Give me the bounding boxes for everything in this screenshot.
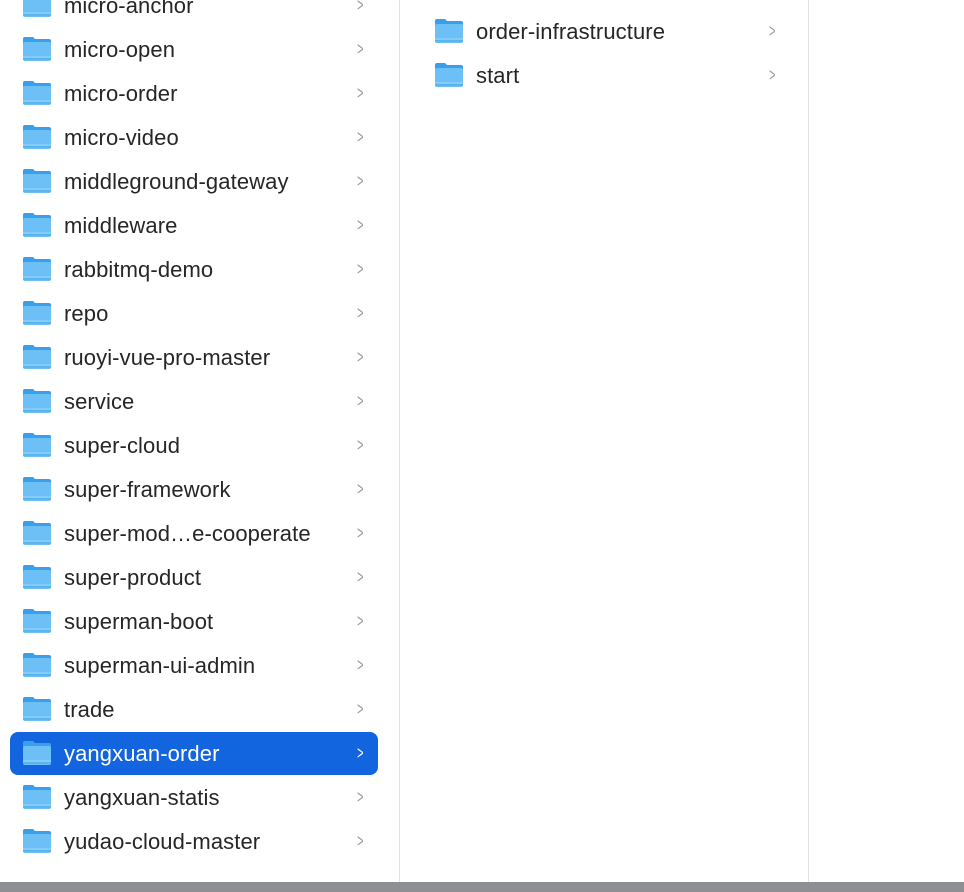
folder-icon [22,36,52,62]
chevron-right-icon: > [357,523,364,543]
folder-row[interactable]: yangxuan-order > [10,732,378,775]
folder-icon [22,696,52,722]
folder-icon [22,124,52,150]
chevron-right-icon: > [357,611,364,631]
chevron-right-icon: > [357,303,364,323]
folder-row[interactable]: service > [10,380,378,423]
folder-row[interactable]: super-product > [10,556,378,599]
folder-icon [22,608,52,634]
folder-name: start [476,62,520,88]
folder-row[interactable]: micro-open > [10,28,378,71]
chevron-right-icon: > [357,567,364,587]
column-3[interactable] [809,0,964,882]
folder-name: micro-video [64,124,179,150]
chevron-right-icon: > [357,0,364,15]
folder-name: middleground-gateway [64,168,289,194]
folder-icon [22,256,52,282]
folder-icon [22,828,52,854]
folder-name: trade [64,696,115,722]
folder-icon [22,652,52,678]
folder-icon [22,80,52,106]
folder-row[interactable]: super-framework > [10,468,378,511]
folder-row[interactable]: > [422,0,790,9]
folder-row[interactable]: superman-boot > [10,600,378,643]
column-1[interactable]: micro-anchor > micro-open > micro-order > micr… [0,0,400,882]
folder-icon [22,476,52,502]
folder-row[interactable]: yudao-cloud-master > [10,820,378,863]
folder-name: superman-ui-admin [64,652,256,678]
folder-name: yangxuan-statis [64,784,220,810]
chevron-right-icon: > [357,259,364,279]
folder-row[interactable]: order-infrastructure > [422,10,790,53]
chevron-right-icon: > [357,699,364,719]
folder-icon [22,300,52,326]
folder-row[interactable]: micro-video > [10,116,378,159]
folder-row[interactable]: super-cloud > [10,424,378,467]
folder-icon [22,168,52,194]
folder-row[interactable]: middleground-gateway > [10,160,378,203]
folder-row[interactable]: super-mod…e-cooperate > [10,512,378,555]
chevron-right-icon: > [769,65,776,85]
folder-icon [22,784,52,810]
folder-icon [22,432,52,458]
folder-name: super-product [64,564,202,590]
folder-name: repo [64,300,109,326]
folder-icon [22,564,52,590]
folder-name: super-framework [64,476,231,502]
folder-name: micro-anchor [64,0,194,18]
folder-name: micro-open [64,36,176,62]
folder-name: super-mod…e-cooperate [64,520,311,546]
folder-row[interactable]: superman-ui-admin > [10,644,378,687]
column-2[interactable]: > order-infrastructure > start > [400,0,809,882]
folder-name: yangxuan-order [64,740,220,766]
chevron-right-icon: > [357,479,364,499]
folder-row[interactable]: yangxuan-statis > [10,776,378,819]
folder-icon [434,62,464,88]
folder-name: rabbitmq-demo [64,256,214,282]
folder-name: yudao-cloud-master [64,828,261,854]
folder-name: order-infrastructure [476,18,666,44]
folder-row[interactable]: repo > [10,292,378,335]
folder-row[interactable]: ruoyi-vue-pro-master > [10,336,378,379]
chevron-right-icon: > [357,127,364,147]
chevron-right-icon: > [357,655,364,675]
chevron-right-icon: > [357,435,364,455]
chevron-right-icon: > [357,39,364,59]
folder-icon [22,388,52,414]
folder-icon [22,212,52,238]
chevron-right-icon: > [357,171,364,191]
chevron-right-icon: > [357,787,364,807]
folder-name: ruoyi-vue-pro-master [64,344,271,370]
folder-name: micro-order [64,80,178,106]
chevron-right-icon: > [357,831,364,851]
folder-name: middleware [64,212,178,238]
folder-icon [434,18,464,44]
folder-row[interactable]: trade > [10,688,378,731]
folder-name: service [64,388,135,414]
chevron-right-icon: > [357,215,364,235]
folder-row[interactable]: middleware > [10,204,378,247]
folder-row[interactable]: rabbitmq-demo > [10,248,378,291]
folder-icon [22,0,52,18]
chevron-right-icon: > [357,83,364,103]
chevron-right-icon: > [357,743,364,763]
folder-row[interactable]: micro-anchor > [10,0,378,27]
folder-name: superman-boot [64,608,214,634]
folder-row[interactable]: start > [422,54,790,97]
folder-icon [22,520,52,546]
chevron-right-icon: > [357,347,364,367]
folder-name: super-cloud [64,432,181,458]
chevron-right-icon: > [357,391,364,411]
folder-icon [22,344,52,370]
bottom-bar [0,882,964,892]
folder-row[interactable]: micro-order > [10,72,378,115]
folder-icon [22,740,52,766]
chevron-right-icon: > [769,21,776,41]
